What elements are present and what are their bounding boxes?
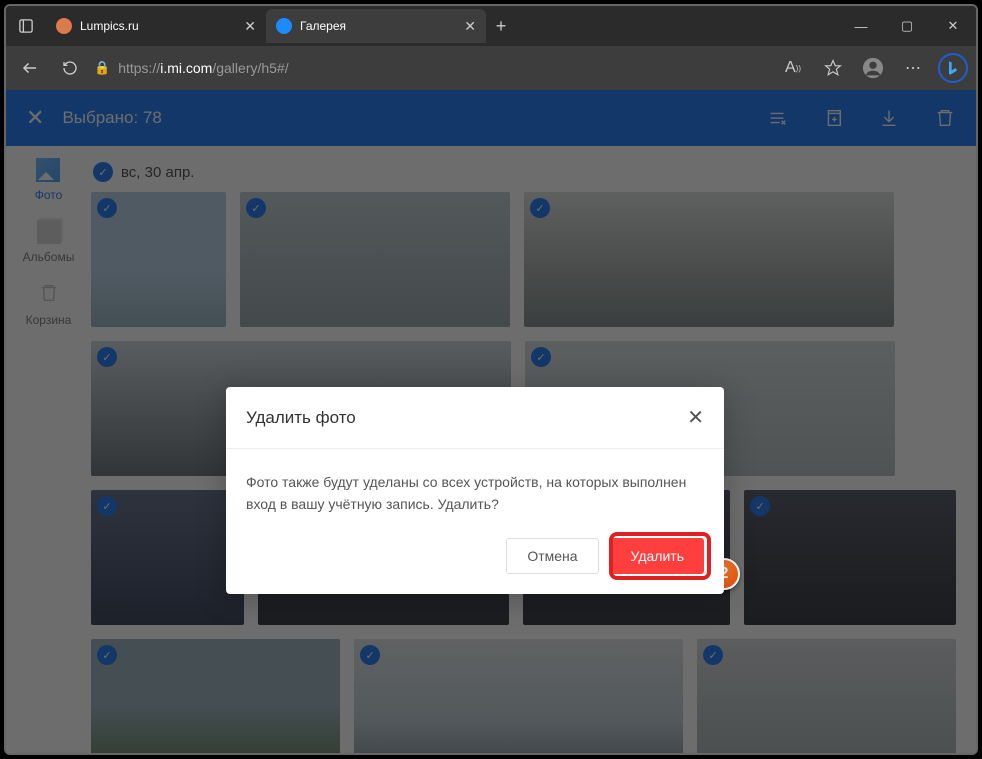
window-close-button[interactable]: ✕ <box>930 6 976 46</box>
address-bar: 🔒 https://i.mi.com/gallery/h5#/ A)) ⋯ <box>6 46 976 90</box>
url-text: https://i.mi.com/gallery/h5#/ <box>118 60 288 76</box>
tab-close-icon[interactable]: ✕ <box>464 18 476 35</box>
url-box[interactable]: 🔒 https://i.mi.com/gallery/h5#/ <box>94 60 770 76</box>
tab-overview-icon[interactable] <box>6 19 46 33</box>
delete-button[interactable]: Удалить <box>611 538 704 574</box>
tab-label: Галерея <box>300 19 456 33</box>
delete-dialog: Удалить фото ✕ Фото также будут уделаны … <box>226 387 724 594</box>
back-button[interactable] <box>14 52 46 84</box>
window-maximize-button[interactable]: ▢ <box>884 6 930 46</box>
favicon-icon <box>276 18 292 34</box>
new-tab-button[interactable]: + <box>486 16 516 37</box>
refresh-button[interactable] <box>54 52 86 84</box>
menu-icon[interactable]: ⋯ <box>898 53 928 83</box>
profile-icon[interactable] <box>858 53 888 83</box>
dialog-title: Удалить фото <box>246 408 356 428</box>
window-minimize-button[interactable]: — <box>838 6 884 46</box>
cancel-button[interactable]: Отмена <box>506 538 598 574</box>
favicon-icon <box>56 18 72 34</box>
tab-label: Lumpics.ru <box>80 19 236 33</box>
page-content: ✕ Выбрано: 78 Фото Альбомы <box>6 90 976 753</box>
browser-tab-inactive[interactable]: Lumpics.ru ✕ <box>46 9 266 43</box>
dialog-close-button[interactable]: ✕ <box>687 405 704 430</box>
lock-icon: 🔒 <box>94 60 110 76</box>
dialog-body: Фото также будут уделаны со всех устройс… <box>226 449 724 528</box>
tab-close-icon[interactable]: ✕ <box>244 18 256 35</box>
browser-titlebar: Lumpics.ru ✕ Галерея ✕ + — ▢ ✕ <box>6 6 976 46</box>
read-aloud-icon[interactable]: A)) <box>778 53 808 83</box>
favorite-icon[interactable] <box>818 53 848 83</box>
browser-tab-active[interactable]: Галерея ✕ <box>266 9 486 43</box>
bing-chat-icon[interactable] <box>938 53 968 83</box>
